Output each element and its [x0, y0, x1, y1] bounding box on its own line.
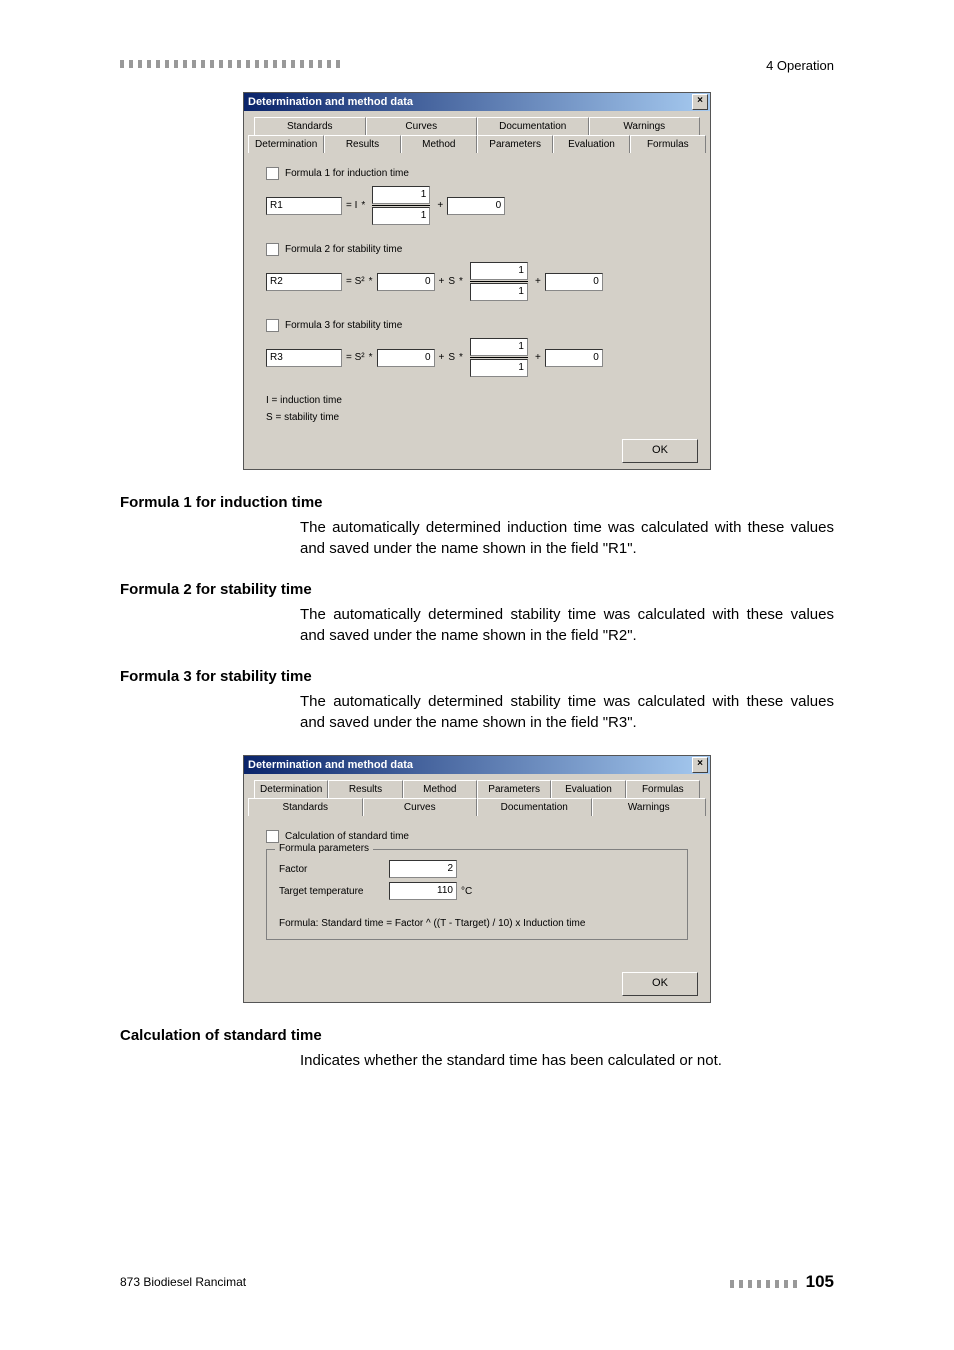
tab-curves[interactable]: Curves — [363, 798, 478, 816]
tab-evaluation[interactable]: Evaluation — [551, 780, 625, 798]
body-text-calc: Indicates whether the standard time has … — [300, 1050, 834, 1071]
formula2-checkbox[interactable] — [266, 243, 279, 256]
formula1-chk-label: Formula 1 for induction time — [285, 168, 409, 179]
tab-warnings[interactable]: Warnings — [589, 117, 701, 135]
formula-parameters-group: Formula parameters Factor 2 Target tempe… — [266, 849, 688, 940]
section-title-calc: Calculation of standard time — [120, 1027, 834, 1044]
tab-results[interactable]: Results — [328, 780, 402, 798]
tab-evaluation[interactable]: Evaluation — [553, 135, 629, 153]
label-plus: + — [437, 200, 443, 211]
fraction-line — [470, 281, 528, 282]
close-icon[interactable]: × — [692, 94, 708, 110]
label-s: S — [448, 276, 455, 287]
tab-formulas[interactable]: Formulas — [626, 780, 700, 798]
tab-formulas[interactable]: Formulas — [630, 135, 706, 153]
label-star: * — [369, 276, 373, 287]
formula3-den-input[interactable]: 1 — [470, 359, 528, 377]
dialog-formulas: Determination and method data × Standard… — [243, 92, 711, 470]
label-star: * — [361, 200, 365, 211]
tab-documentation[interactable]: Documentation — [477, 798, 592, 816]
label-s: S — [448, 352, 455, 363]
titlebar: Determination and method data × — [244, 93, 710, 111]
formula2-name-input[interactable]: R2 — [266, 273, 342, 291]
dialog-standards: Determination and method data × Determin… — [243, 755, 711, 1003]
formula-text: Formula: Standard time = Factor ^ ((T - … — [279, 918, 675, 929]
footer-dots — [730, 1280, 800, 1288]
ok-button[interactable]: OK — [622, 972, 698, 996]
label-plus: + — [439, 352, 445, 363]
formula1-den-input[interactable]: 1 — [372, 207, 430, 225]
note-stability: S = stability time — [266, 412, 688, 423]
target-temp-label: Target temperature — [279, 886, 389, 897]
fraction-line — [372, 205, 430, 206]
formula3-num-input[interactable]: 1 — [470, 338, 528, 356]
section-title-f1: Formula 1 for induction time — [120, 494, 834, 511]
ok-button[interactable]: OK — [622, 439, 698, 463]
label-star: * — [459, 276, 463, 287]
tab-parameters[interactable]: Parameters — [477, 135, 553, 153]
factor-label: Factor — [279, 864, 389, 875]
body-text-f3: The automatically determined stability t… — [300, 691, 834, 733]
formula3-const-input[interactable]: 0 — [545, 349, 603, 367]
section-title-f3: Formula 3 for stability time — [120, 668, 834, 685]
tab-curves[interactable]: Curves — [366, 117, 478, 135]
label-star: * — [369, 352, 373, 363]
tab-method[interactable]: Method — [401, 135, 477, 153]
titlebar: Determination and method data × — [244, 756, 710, 774]
label-eq: = S² — [346, 276, 365, 287]
formula2-den-input[interactable]: 1 — [470, 283, 528, 301]
label-plus: + — [439, 276, 445, 287]
formula1-checkbox[interactable] — [266, 167, 279, 180]
section-title-f2: Formula 2 for stability time — [120, 581, 834, 598]
fieldset-legend: Formula parameters — [275, 843, 373, 854]
formula3-a-input[interactable]: 0 — [377, 349, 435, 367]
body-text-f1: The automatically determined induction t… — [300, 517, 834, 559]
formula1-num-input[interactable]: 1 — [372, 186, 430, 204]
formula2-chk-label: Formula 2 for stability time — [285, 244, 402, 255]
footer-product: 873 Biodiesel Rancimat — [120, 1275, 246, 1289]
tab-parameters[interactable]: Parameters — [477, 780, 551, 798]
close-icon[interactable]: × — [692, 757, 708, 773]
formula1-name-input[interactable]: R1 — [266, 197, 342, 215]
tab-determination[interactable]: Determination — [248, 135, 324, 153]
tab-standards[interactable]: Standards — [248, 798, 363, 816]
formula3-name-input[interactable]: R3 — [266, 349, 342, 367]
fraction-line — [470, 357, 528, 358]
note-induction: I = induction time — [266, 395, 688, 406]
tab-results[interactable]: Results — [324, 135, 400, 153]
label-plus: + — [535, 352, 541, 363]
page-number: 105 — [806, 1272, 834, 1291]
dialog-title: Determination and method data — [248, 756, 413, 774]
formula3-chk-label: Formula 3 for stability time — [285, 320, 402, 331]
calc-standard-checkbox[interactable] — [266, 830, 279, 843]
formula1-const-input[interactable]: 0 — [447, 197, 505, 215]
target-temp-input[interactable]: 110 — [389, 882, 457, 900]
formula2-num-input[interactable]: 1 — [470, 262, 528, 280]
dialog-title: Determination and method data — [248, 93, 413, 111]
formula3-checkbox[interactable] — [266, 319, 279, 332]
tab-documentation[interactable]: Documentation — [477, 117, 589, 135]
formula2-a-input[interactable]: 0 — [377, 273, 435, 291]
body-text-f2: The automatically determined stability t… — [300, 604, 834, 646]
label-eq: = I — [346, 200, 357, 211]
tab-method[interactable]: Method — [403, 780, 477, 798]
tab-determination[interactable]: Determination — [254, 780, 328, 798]
target-temp-unit: °C — [461, 886, 472, 897]
label-eq: = S² — [346, 352, 365, 363]
label-plus: + — [535, 276, 541, 287]
formula2-const-input[interactable]: 0 — [545, 273, 603, 291]
tab-standards[interactable]: Standards — [254, 117, 366, 135]
factor-input[interactable]: 2 — [389, 860, 457, 878]
tab-warnings[interactable]: Warnings — [592, 798, 707, 816]
calc-standard-chk-label: Calculation of standard time — [285, 831, 409, 842]
label-star: * — [459, 352, 463, 363]
